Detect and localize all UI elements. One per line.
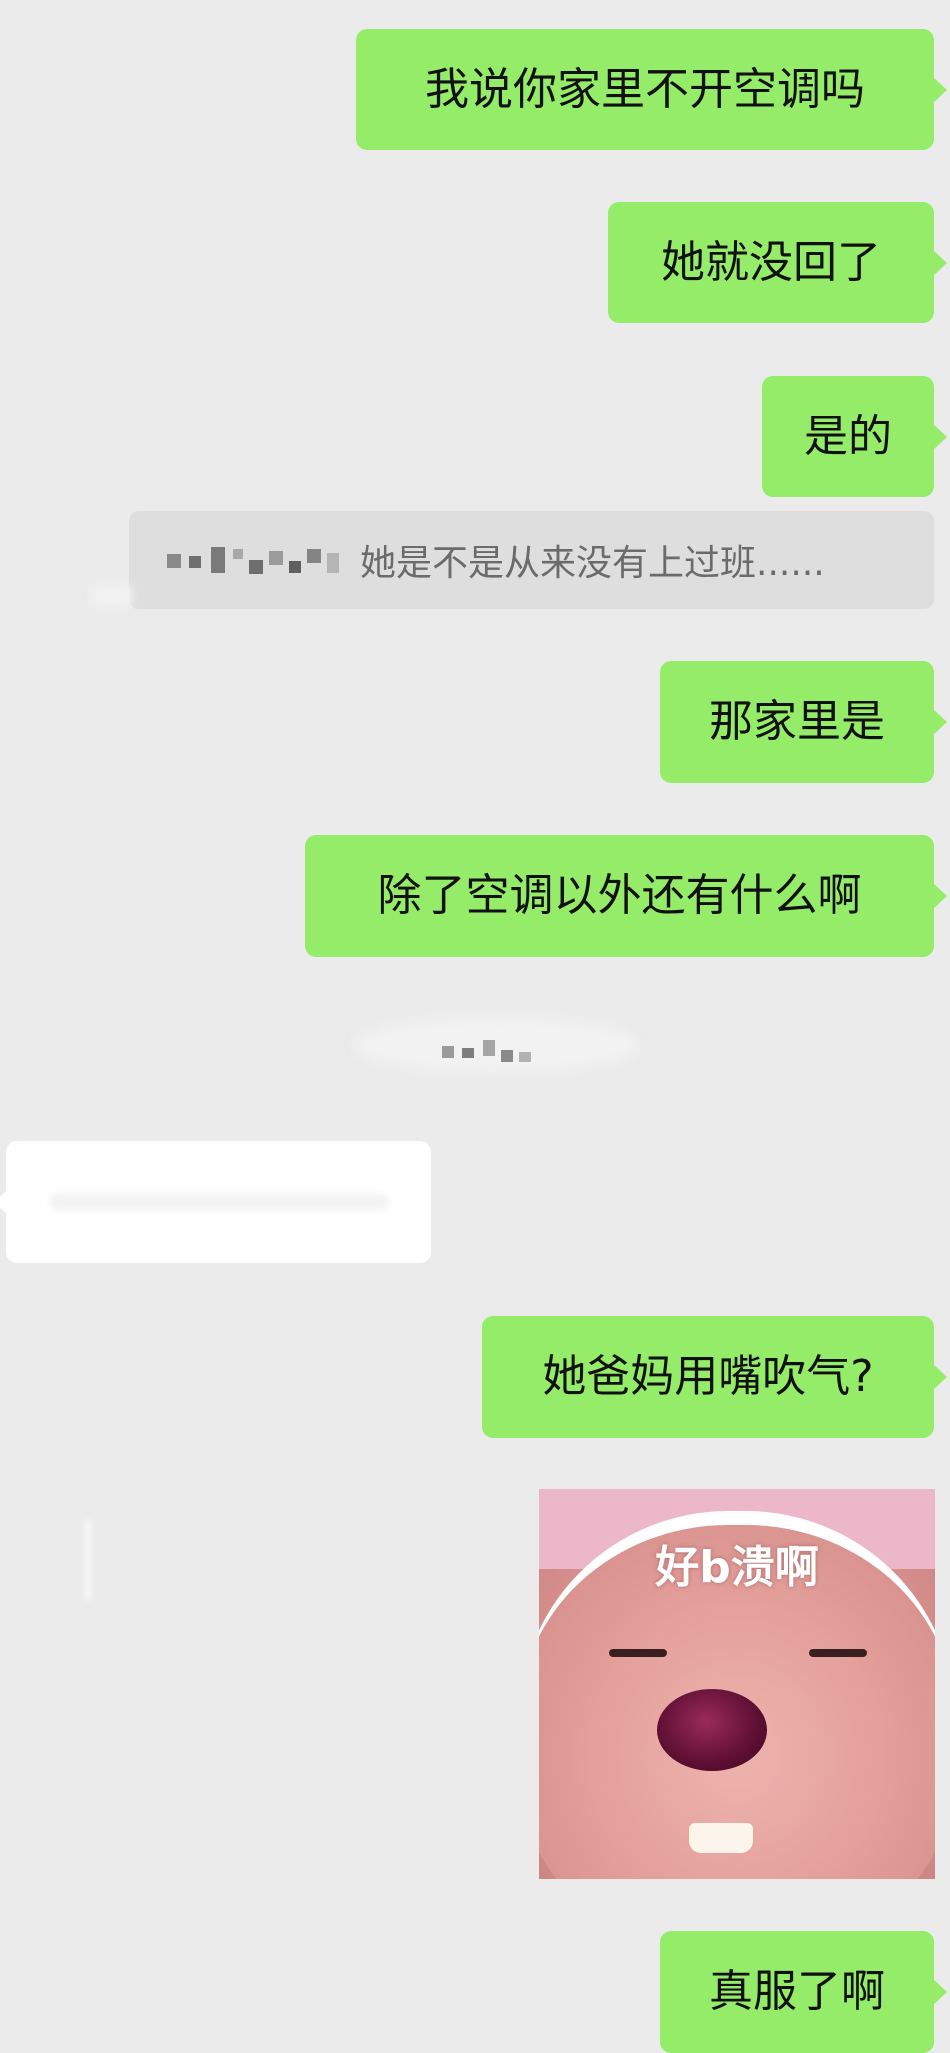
message-bubble-sent[interactable]: 她爸妈用嘴吹气?: [482, 1316, 947, 1438]
message-bubble-sent[interactable]: 除了空调以外还有什么啊: [305, 835, 947, 957]
sticker-eye: [609, 1649, 667, 1657]
message-text: 她爸妈用嘴吹气?: [542, 1351, 874, 1402]
message-bubble-sent[interactable]: 她就没回了: [608, 202, 947, 323]
message-text: 是的: [804, 410, 892, 462]
blurred-mark: [84, 1520, 92, 1600]
sticker-caption: 好b溃啊: [655, 1542, 819, 1593]
message-bubble-received[interactable]: [0, 1141, 431, 1263]
message-bubble-sent[interactable]: 是的: [762, 376, 947, 497]
message-bubble-sent[interactable]: 真服了啊: [660, 1931, 947, 2053]
message-bubble-sent[interactable]: 那家里是: [660, 661, 947, 783]
message-text: 我说你家里不开空调吗: [425, 63, 865, 115]
sticker-tooth: [689, 1823, 753, 1853]
quoted-text: 她是不是从来没有上过班......: [360, 543, 825, 584]
message-text: 她就没回了: [661, 236, 881, 288]
message-text: 那家里是: [709, 696, 885, 747]
message-text: 真服了啊: [709, 1966, 885, 2017]
redacted-message-text: [48, 1193, 389, 1211]
blurred-mark: [92, 586, 132, 606]
redacted-sender-name: [355, 1010, 640, 1080]
redacted-name: [167, 545, 342, 575]
message-bubble-sent[interactable]: 我说你家里不开空调吗: [356, 29, 947, 150]
message-text: 除了空调以外还有什么啊: [377, 870, 862, 921]
sticker-eye: [809, 1649, 867, 1657]
sticker-nose: [657, 1689, 767, 1771]
quoted-message[interactable]: 她是不是从来没有上过班......: [129, 511, 934, 609]
sticker-image[interactable]: 好b溃啊: [539, 1489, 935, 1879]
